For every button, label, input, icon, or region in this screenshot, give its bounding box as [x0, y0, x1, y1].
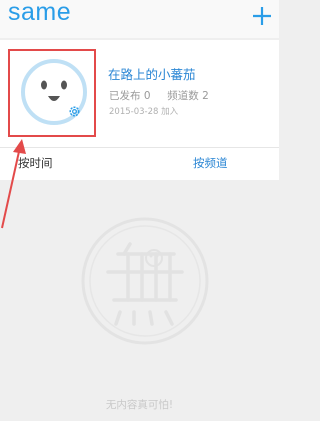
empty-watermark-icon [81, 217, 209, 345]
empty-state-text: 无内容真可怕! [105, 399, 174, 411]
divider [0, 147, 279, 148]
app-logo: same [8, 0, 72, 26]
published-count: 0 [143, 90, 151, 102]
top-bar: same [0, 0, 279, 38]
profile-stats: 已发布 0 频道数 2 [109, 88, 209, 103]
tab-by-channel[interactable]: 按频道 [193, 155, 228, 171]
published-label: 已发布 [109, 90, 141, 102]
channels-count: 2 [202, 90, 209, 102]
plus-icon[interactable] [252, 6, 272, 26]
gear-icon[interactable] [68, 105, 81, 118]
profile-card: 在路上的小蕃茄 已发布 0 频道数 2 2015-03-28 加入 按时间 按频… [0, 40, 279, 180]
joined-date: 2015-03-28 加入 [109, 107, 179, 117]
channels-label: 频道数 [167, 90, 199, 102]
avatar-highlight-box [8, 49, 96, 137]
tab-by-time[interactable]: 按时间 [18, 155, 53, 171]
username[interactable]: 在路上的小蕃茄 [108, 64, 196, 83]
